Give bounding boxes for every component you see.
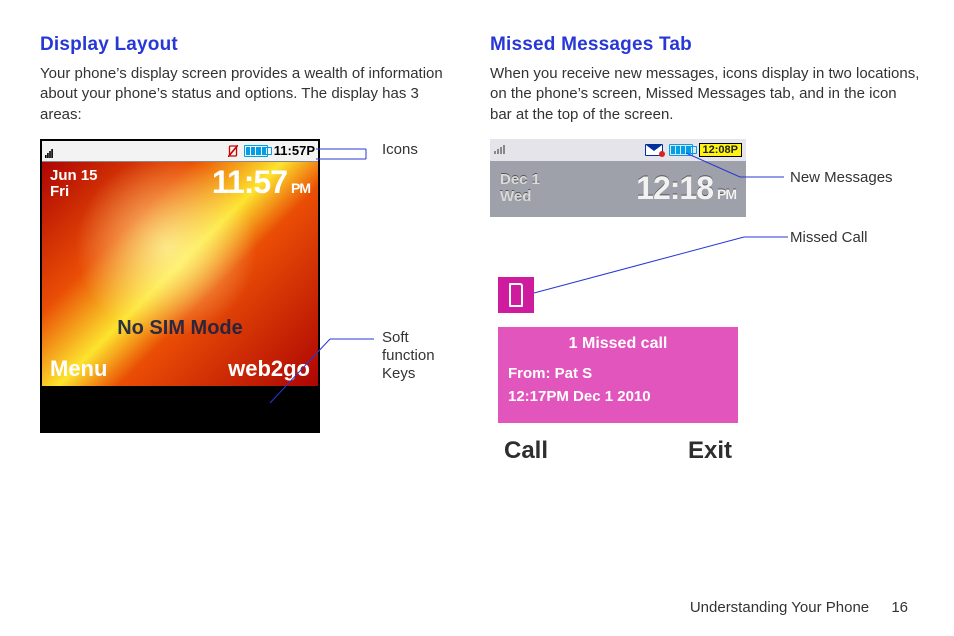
date-line-month: Jun 15: [50, 168, 98, 185]
missed-call-panel: 1 Missed call From: Pat S 12:17PM Dec 1 …: [498, 327, 738, 423]
display-layout-desc: Your phone’s display screen provides a w…: [40, 64, 460, 125]
softkey-call[interactable]: Call: [504, 437, 548, 465]
callout-softkeys-label: Soft function Keys: [382, 329, 460, 383]
no-sim-message: No SIM Mode: [42, 317, 318, 340]
no-sim-icon: [228, 145, 238, 157]
new-message-icon: [645, 144, 663, 156]
missed-messages-heading: Missed Messages Tab: [490, 34, 920, 56]
signal-icon: [45, 146, 53, 156]
date2-line2: Wed: [500, 189, 540, 206]
missed-messages-desc: When you receive new messages, icons dis…: [490, 64, 920, 125]
signal-icon: [494, 143, 508, 157]
callout-missed-call-label: Missed Call: [790, 229, 868, 246]
callout-softkeys-line2: Keys: [382, 365, 415, 382]
missed-call-from: From: Pat S: [508, 365, 728, 382]
phone-screenshot-right: 12:08P Dec 1 Wed 12:18PM 1 Missed call: [490, 139, 746, 495]
missed-call-tab-icon[interactable]: [498, 277, 534, 313]
callout-new-messages-label: New Messages: [790, 169, 893, 186]
clock2-ampm: PM: [717, 186, 736, 202]
missed-call-title: 1 Missed call: [508, 335, 728, 353]
home-date: Jun 15 Fri: [42, 164, 98, 201]
display-layout-heading: Display Layout: [40, 34, 460, 56]
footer-page-number: 16: [891, 599, 908, 616]
home-date-2: Dec 1 Wed: [500, 172, 540, 205]
clock-time: 11:57: [212, 164, 287, 200]
missed-call-time: 12:17PM Dec 1 2010: [508, 388, 728, 405]
status-clock: 11:57P: [274, 143, 315, 158]
status-bar: 11:57P: [42, 141, 318, 162]
footer-section-title: Understanding Your Phone: [690, 599, 869, 616]
callout-softkeys-line1: Soft function: [382, 329, 435, 364]
battery-icon: [244, 145, 268, 157]
page-footer: Understanding Your Phone 16: [690, 599, 908, 616]
date-line-dow: Fri: [50, 184, 98, 201]
softkey-exit[interactable]: Exit: [688, 437, 732, 465]
clock-ampm: PM: [291, 180, 310, 196]
softkey-left[interactable]: Menu: [50, 356, 107, 382]
callout-icons-label: Icons: [382, 141, 418, 158]
phone-icon: [509, 283, 523, 307]
date2-line1: Dec 1: [500, 172, 540, 189]
softkey-bar-2: Call Exit: [490, 427, 746, 475]
home-clock: 11:57PM: [212, 164, 318, 201]
